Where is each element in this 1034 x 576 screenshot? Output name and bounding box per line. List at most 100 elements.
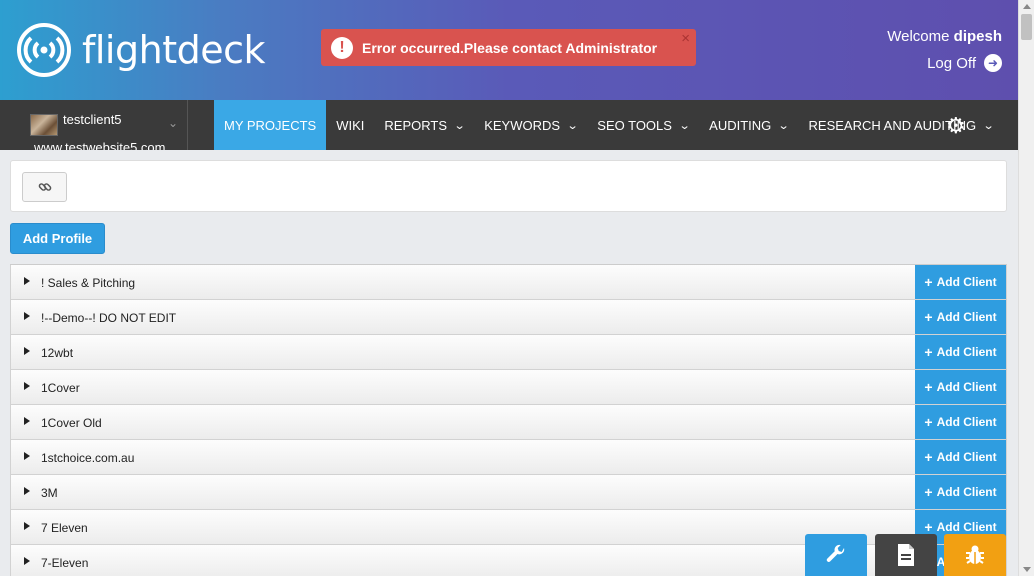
- add-client-label: Add Client: [936, 520, 997, 534]
- chevron-down-icon: ⌄: [168, 116, 179, 130]
- exclamation-icon: !: [331, 36, 353, 59]
- expand-arrow-icon[interactable]: [24, 277, 30, 285]
- chevron-down-icon: ⌄: [777, 119, 790, 132]
- plus-icon: +: [924, 414, 933, 430]
- profile-name: 1Cover Old: [41, 416, 102, 430]
- table-row[interactable]: 1Cover Old + Add Client: [10, 405, 1007, 440]
- logoff-label: Log Off: [927, 54, 976, 72]
- plus-icon: +: [924, 309, 933, 325]
- add-client-button[interactable]: +Add Client: [915, 265, 1006, 299]
- welcome-text: Welcome dipesh: [887, 28, 1002, 45]
- add-client-label: Add Client: [936, 310, 997, 324]
- profile-name: 1Cover: [41, 381, 80, 395]
- table-row[interactable]: !--Demo--! DO NOT EDIT + Add Client: [10, 300, 1007, 335]
- error-alert: ! Error occurred.Please contact Administ…: [321, 29, 696, 66]
- scroll-down-icon[interactable]: [1023, 567, 1031, 572]
- add-client-label: Add Client: [936, 450, 997, 464]
- scroll-thumb[interactable]: [1021, 14, 1032, 40]
- plus-icon: +: [924, 519, 933, 535]
- expand-arrow-icon[interactable]: [24, 557, 30, 565]
- profile-name: 1stchoice.com.au: [41, 451, 135, 465]
- add-client-button[interactable]: +Add Client: [915, 300, 1006, 334]
- profile-name: 12wbt: [41, 346, 74, 360]
- chevron-down-icon: ⌄: [453, 119, 466, 132]
- nav-item-auditing[interactable]: AUDITING ⌄: [699, 100, 798, 150]
- add-client-label: Add Client: [936, 345, 997, 359]
- nav-item-label: WIKI: [336, 117, 365, 133]
- chevron-down-icon: ⌄: [566, 119, 579, 132]
- plus-icon: +: [924, 379, 933, 395]
- table-row[interactable]: 3M + Add Client: [10, 475, 1007, 510]
- add-client-label: Add Client: [936, 380, 997, 394]
- main-nav: testclient5 www.testwebsite5.com ⌄ MY PR…: [0, 100, 1018, 150]
- logo-text: flightdeck: [82, 28, 266, 72]
- profile-name: 3M: [41, 486, 58, 500]
- nav-item-label: SEO TOOLS: [597, 117, 672, 133]
- bug-icon: [966, 545, 984, 564]
- table-row[interactable]: 1stchoice.com.au + Add Client: [10, 440, 1007, 475]
- expand-arrow-icon[interactable]: [24, 417, 30, 425]
- add-profile-button[interactable]: Add Profile: [10, 223, 105, 254]
- expand-arrow-icon[interactable]: [24, 522, 30, 530]
- nav-item-wiki[interactable]: WIKI: [326, 100, 374, 150]
- expand-arrow-icon[interactable]: [24, 452, 30, 460]
- nav-item-reports[interactable]: REPORTS ⌄: [374, 100, 474, 150]
- client-thumbnail: [30, 114, 58, 136]
- scroll-up-icon[interactable]: [1023, 4, 1031, 9]
- add-client-button[interactable]: +Add Client: [915, 475, 1006, 509]
- add-client-button[interactable]: +Add Client: [915, 335, 1006, 369]
- profile-name: 7-Eleven: [41, 556, 89, 570]
- client-selector[interactable]: testclient5 www.testwebsite5.com ⌄: [18, 100, 188, 150]
- nav-item-my-projects[interactable]: MY PROJECTS: [214, 100, 327, 150]
- tools-button[interactable]: [805, 534, 867, 576]
- nav-item-seo-tools[interactable]: SEO TOOLS ⌄: [587, 100, 699, 150]
- nav-item-label: AUDITING: [709, 117, 772, 133]
- nav-menu: MY PROJECTS WIKI REPORTS ⌄ KEYWORDS ⌄ SE…: [214, 100, 1003, 150]
- nav-item-label: KEYWORDS: [484, 117, 561, 133]
- expand-arrow-icon[interactable]: [24, 347, 30, 355]
- expand-arrow-icon[interactable]: [24, 382, 30, 390]
- expand-arrow-icon[interactable]: [24, 312, 30, 320]
- expand-arrow-icon[interactable]: [24, 487, 30, 495]
- table-row[interactable]: ! Sales & Pitching + Add Client: [10, 265, 1007, 300]
- add-client-button[interactable]: +Add Client: [915, 405, 1006, 439]
- gear-icon[interactable]: ⚙: [946, 113, 966, 139]
- table-row[interactable]: 12wbt + Add Client: [10, 335, 1007, 370]
- alert-message: Error occurred.Please contact Administra…: [362, 39, 658, 56]
- profile-list: ! Sales & Pitching + Add Client !--Demo--! …: [10, 264, 1007, 576]
- chevron-down-icon: ⌄: [982, 119, 995, 132]
- plus-icon: +: [924, 274, 933, 290]
- link-icon: [38, 183, 51, 191]
- bug-report-button[interactable]: [944, 534, 1006, 576]
- nav-item-label: MY PROJECTS: [224, 117, 317, 133]
- document-button[interactable]: [875, 534, 937, 576]
- plus-icon: +: [924, 449, 933, 465]
- table-row[interactable]: 1Cover + Add Client: [10, 370, 1007, 405]
- plus-icon: +: [924, 484, 933, 500]
- add-client-button[interactable]: +Add Client: [915, 440, 1006, 474]
- add-client-label: Add Client: [936, 415, 997, 429]
- nav-item-keywords[interactable]: KEYWORDS ⌄: [474, 100, 587, 150]
- username: dipesh: [953, 28, 1002, 45]
- logo-icon: [17, 23, 71, 77]
- chevron-down-icon: ⌄: [678, 119, 691, 132]
- add-client-label: Add Client: [936, 485, 997, 499]
- page-scrollbar[interactable]: [1018, 0, 1034, 576]
- profile-name: ! Sales & Pitching: [41, 276, 136, 290]
- add-client-label: Add Client: [936, 275, 997, 289]
- logo[interactable]: flightdeck: [14, 22, 266, 78]
- client-website: www.testwebsite5.com: [34, 140, 166, 150]
- document-icon: [898, 544, 914, 566]
- profile-name: !--Demo--! DO NOT EDIT: [41, 311, 177, 325]
- nav-item-research-and-auditing[interactable]: RESEARCH AND AUDITING ⌄: [799, 100, 1004, 150]
- close-icon[interactable]: ×: [681, 30, 690, 47]
- nav-item-label: REPORTS: [384, 117, 447, 133]
- add-client-button[interactable]: +Add Client: [915, 370, 1006, 404]
- plus-icon: +: [924, 344, 933, 360]
- toolbar-panel: [10, 160, 1007, 212]
- logoff-link[interactable]: Log Off ➜: [927, 54, 1002, 72]
- profile-name: 7 Eleven: [41, 521, 88, 535]
- link-button[interactable]: [22, 172, 67, 202]
- header: flightdeck ! Error occurred.Please conta…: [0, 0, 1018, 100]
- client-name: testclient5: [63, 112, 122, 127]
